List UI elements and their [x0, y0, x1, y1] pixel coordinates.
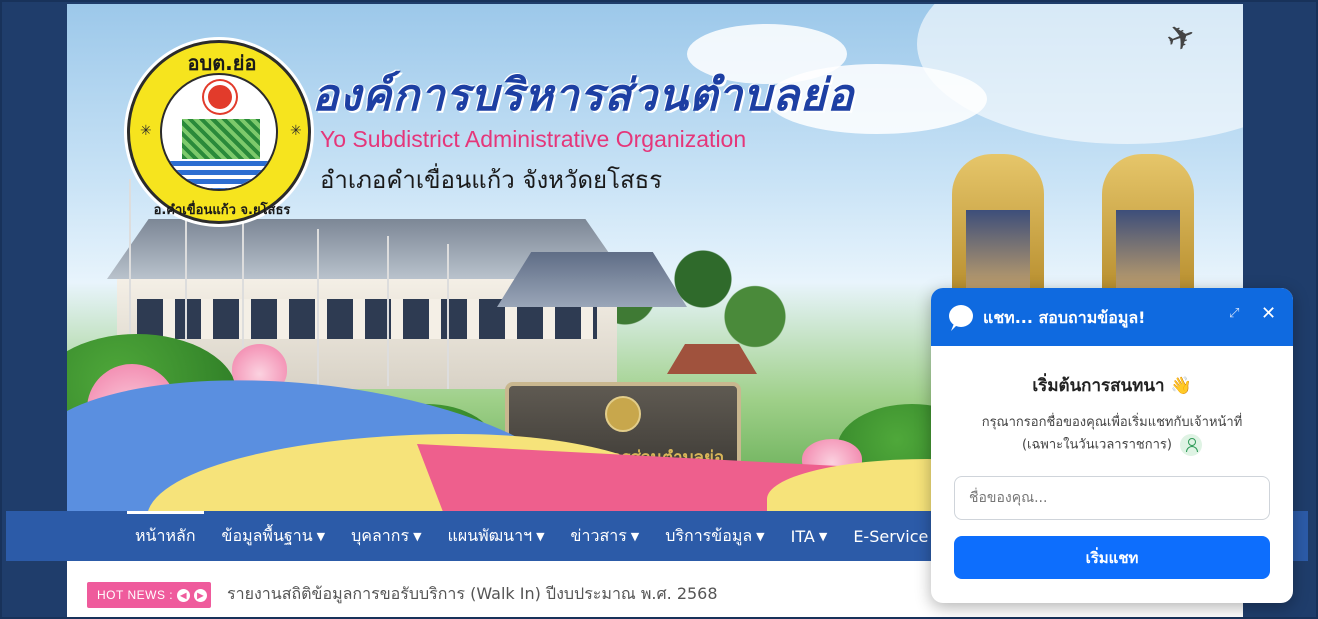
caret-down-icon: ▼: [413, 529, 422, 543]
portrait-image: [966, 210, 1030, 294]
close-icon[interactable]: ✕: [1261, 303, 1276, 324]
hot-news-label: HOT NEWS :: [97, 588, 174, 602]
chat-desc-line: กรุณากรอกชื่อของคุณเพื่อเริ่มแชทกับเจ้าห…: [981, 415, 1243, 430]
org-logo[interactable]: อบต.ย่อ ✳ ✳ อ.คำเขื่อนแก้ว จ.ยโสธร: [127, 40, 311, 224]
royal-portrait: [952, 154, 1044, 304]
chat-heading: เริ่มต้นการสนทนา 👋: [1032, 376, 1192, 396]
chat-desc-hours: (เฉพาะในวันเวลาราชการ): [1021, 437, 1172, 453]
nav-label: บริการข้อมูล: [665, 525, 753, 545]
caret-down-icon: ▼: [536, 529, 545, 543]
user-icon: [1180, 434, 1203, 456]
nav-item-home[interactable]: หน้าหลัก: [122, 511, 209, 561]
nav-item-ita[interactable]: ITA ▼: [778, 511, 841, 561]
portrait-image: [1116, 210, 1180, 294]
star-icon: ✳: [290, 123, 302, 139]
water-icon: [162, 161, 276, 189]
chat-title: แชท... สอบถามข้อมูล!: [983, 308, 1146, 327]
caret-down-icon: ▼: [818, 529, 828, 543]
start-chat-button[interactable]: เริ่มแชท: [954, 536, 1270, 579]
chat-bubble-icon: [949, 305, 973, 327]
flagpole: [387, 236, 389, 386]
nav-item-basic-info[interactable]: ข้อมูลพื้นฐาน ▼: [209, 511, 339, 561]
sun-icon: [208, 85, 232, 109]
caret-down-icon: ▼: [630, 529, 640, 543]
expand-icon[interactable]: ⤢: [1229, 306, 1239, 321]
news-headline-link[interactable]: รายงานสถิติข้อมูลการขอรับบริการ (Walk In…: [227, 582, 718, 607]
royal-portrait: [1102, 154, 1194, 304]
flagpole: [447, 244, 449, 389]
logo-bottom-text: อ.คำเขื่อนแก้ว จ.ยโสธร: [153, 203, 291, 218]
chat-widget: แชท... สอบถามข้อมูล! ⤢ ✕ เริ่มต้นการสนทน…: [931, 288, 1293, 603]
nav-label: บุคลากร: [351, 525, 410, 545]
chat-description: กรุณากรอกชื่อของคุณเพื่อเริ่มแชทกับเจ้าห…: [951, 412, 1273, 457]
star-icon: ✳: [140, 123, 152, 139]
hot-news-badge: HOT NEWS : ◀ ▶: [87, 582, 212, 608]
sky-cloud: [917, 4, 1243, 144]
name-input[interactable]: [954, 476, 1270, 520]
nav-item-personnel[interactable]: บุคลากร ▼: [338, 511, 434, 561]
flagpole: [317, 229, 319, 389]
org-district: อำเภอคำเขื่อนแก้ว จังหวัดยโสธร: [320, 166, 663, 194]
nav-items: หน้าหลัก ข้อมูลพื้นฐาน ▼ บุคลากร ▼ แผนพั…: [122, 511, 941, 561]
caret-down-icon: ▼: [316, 529, 326, 543]
nav-label: หน้าหลัก: [135, 525, 196, 545]
nav-item-development-plan[interactable]: แผนพัฒนาฯ ▼: [435, 511, 558, 561]
next-arrow-icon[interactable]: ▶: [194, 588, 208, 602]
caret-down-icon: ▼: [756, 529, 765, 543]
logo-emblem: [160, 73, 278, 191]
org-name-thai: องค์การบริหารส่วนตำบลย่อ: [312, 70, 855, 121]
org-name-english: Yo Subdistrict Administrative Organizati…: [320, 126, 747, 152]
nav-item-news[interactable]: ข่าวสาร ▼: [558, 511, 653, 561]
prev-arrow-icon[interactable]: ◀: [177, 588, 191, 602]
nav-item-e-service[interactable]: E-Service: [840, 511, 941, 561]
nav-label: ITA: [790, 526, 815, 546]
sign-seal: [605, 396, 641, 432]
nav-label: ข่าวสาร: [570, 525, 627, 545]
nav-label: แผนพัฒนาฯ: [447, 525, 533, 545]
nav-label: E-Service: [853, 526, 929, 546]
house-icon: [182, 119, 260, 159]
chat-header: แชท... สอบถามข้อมูล! ⤢ ✕: [931, 288, 1293, 346]
nav-item-info-service[interactable]: บริการข้อมูล ▼: [652, 511, 777, 561]
nav-label: ข้อมูลพื้นฐาน: [221, 525, 313, 545]
chat-desc-line-2: (เฉพาะในวันเวลาราชการ): [951, 434, 1273, 457]
